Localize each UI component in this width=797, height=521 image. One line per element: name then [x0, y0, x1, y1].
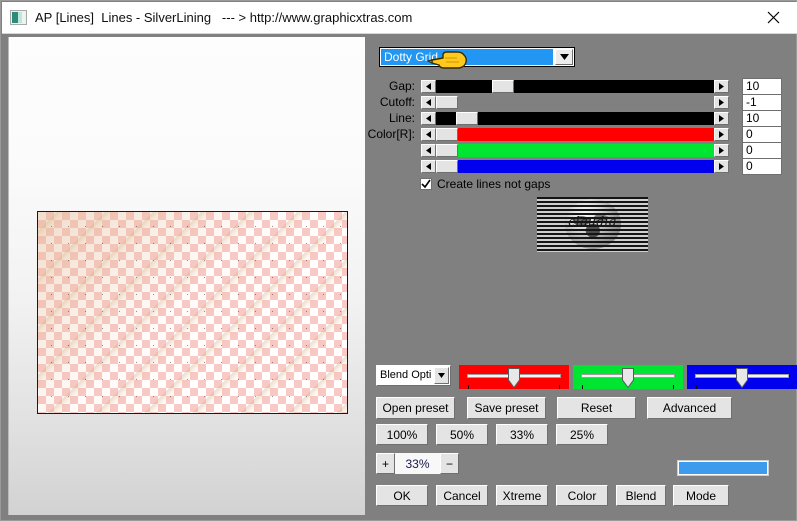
slider-color-blue[interactable] [420, 159, 730, 174]
button-blend[interactable]: Blend [616, 485, 666, 506]
red-trackbar[interactable] [459, 365, 569, 389]
slider-left-arrow-icon[interactable] [421, 160, 436, 173]
blue-trackbar[interactable] [687, 365, 797, 389]
slider-track-cutoff[interactable] [436, 96, 714, 109]
button-xtreme[interactable]: Xtreme [496, 485, 548, 506]
slider-right-arrow-icon[interactable] [714, 160, 729, 173]
value-field-color-red[interactable]: 0 [742, 126, 782, 143]
value-field-gap[interactable]: 10 [742, 78, 782, 95]
button-cancel[interactable]: Cancel [436, 485, 488, 506]
slider-color-green[interactable] [420, 143, 730, 158]
slider-label-color-red: Color[R]: [367, 127, 415, 141]
window-title: AP [Lines] Lines - SilverLining --- > ht… [35, 10, 413, 25]
effect-thumbnail[interactable]: claudia [537, 197, 648, 252]
zoom-decrease-button[interactable]: − [440, 453, 459, 474]
slider-left-arrow-icon[interactable] [421, 96, 436, 109]
chevron-down-icon[interactable] [555, 49, 573, 65]
plugin-dialog-window: AP [Lines] Lines - SilverLining --- > ht… [0, 0, 797, 521]
button-ok[interactable]: OK [376, 485, 428, 506]
zoom-button-50pct[interactable]: 50% [436, 424, 488, 445]
slider-label-cutoff: Cutoff: [379, 95, 415, 109]
title-bar: AP [Lines] Lines - SilverLining --- > ht… [2, 2, 797, 33]
slider-gap[interactable] [420, 79, 730, 94]
value-field-cutoff[interactable]: -1 [742, 94, 782, 111]
slider-right-arrow-icon[interactable] [714, 112, 729, 125]
zoom-level-value: 33% [395, 453, 440, 474]
slider-left-arrow-icon[interactable] [421, 144, 436, 157]
blend-options-value: Blend Opti [380, 369, 432, 381]
trackbar-thumb[interactable] [736, 368, 748, 388]
button-color[interactable]: Color [556, 485, 608, 506]
zoom-stepper[interactable]: + 33% − [376, 453, 459, 474]
chevron-down-icon[interactable] [434, 367, 449, 384]
progress-bar-fill [679, 462, 767, 474]
button-save-preset[interactable]: Save preset [467, 397, 546, 419]
dotty-grid-dots [38, 212, 347, 413]
zoom-increase-button[interactable]: + [376, 453, 395, 474]
slider-track-gap[interactable] [436, 80, 714, 93]
line-overlay-pattern [537, 197, 648, 252]
slider-thumb-cutoff[interactable] [436, 96, 458, 109]
slider-thumb-color-green[interactable] [436, 144, 458, 157]
trackbar-tick [673, 385, 674, 389]
zoom-button-25pct[interactable]: 25% [556, 424, 608, 445]
slider-thumb-line[interactable] [456, 112, 479, 125]
value-field-line[interactable]: 10 [742, 110, 782, 127]
slider-right-arrow-icon[interactable] [714, 128, 729, 141]
checkbox-label: Create lines not gaps [437, 177, 551, 191]
slider-row-line: Line: [389, 111, 730, 126]
slider-cutoff[interactable] [420, 95, 730, 110]
create-lines-not-gaps-checkbox[interactable]: Create lines not gaps [420, 176, 550, 192]
slider-label-gap: Gap: [388, 79, 415, 93]
button-advanced[interactable]: Advanced [647, 397, 732, 419]
slider-left-arrow-icon[interactable] [421, 112, 436, 125]
transparency-checkerboard-canvas[interactable] [37, 211, 348, 414]
progress-bar [677, 460, 769, 476]
slider-right-arrow-icon[interactable] [714, 144, 729, 157]
slider-label-line: Line: [388, 111, 415, 125]
slider-track-line[interactable] [436, 112, 714, 125]
slider-track-color-green[interactable] [436, 144, 714, 157]
slider-row-color-blue [420, 159, 730, 174]
slider-right-arrow-icon[interactable] [714, 80, 729, 93]
slider-row-color-red: Color[R]: [368, 127, 730, 142]
slider-row-gap: Gap: [389, 79, 730, 94]
slider-left-arrow-icon[interactable] [421, 128, 436, 141]
zoom-button-33pct[interactable]: 33% [496, 424, 548, 445]
button-open-preset[interactable]: Open preset [376, 397, 455, 419]
image-icon [10, 10, 27, 25]
checkmark-icon[interactable] [420, 178, 432, 190]
trackbar-tick [468, 385, 469, 389]
effect-preset-value: Dotty Grid [381, 49, 553, 65]
preview-pane [8, 37, 365, 515]
green-trackbar[interactable] [573, 365, 683, 389]
trackbar-tick [696, 385, 697, 389]
zoom-button-100pct[interactable]: 100% [376, 424, 428, 445]
slider-thumb-color-red[interactable] [436, 128, 458, 141]
slider-right-arrow-icon[interactable] [714, 96, 729, 109]
slider-row-cutoff: Cutoff: [380, 95, 730, 110]
trackbar-tick [559, 385, 560, 389]
trackbar-tick [787, 385, 788, 389]
slider-left-arrow-icon[interactable] [421, 80, 436, 93]
trackbar-thumb[interactable] [508, 368, 520, 388]
slider-thumb-gap[interactable] [492, 80, 515, 93]
slider-track-color-red[interactable] [436, 128, 714, 141]
trackbar-thumb[interactable] [622, 368, 634, 388]
slider-color-red[interactable] [420, 127, 730, 142]
close-icon[interactable] [751, 3, 795, 32]
value-field-color-blue[interactable]: 0 [742, 158, 782, 175]
effect-preset-combobox[interactable]: Dotty Grid [379, 47, 575, 69]
slider-row-color-green [420, 143, 730, 158]
button-reset[interactable]: Reset [557, 397, 636, 419]
title-divider [2, 33, 797, 34]
slider-track-color-blue[interactable] [436, 160, 714, 173]
blend-options-combobox[interactable]: Blend Opti [376, 365, 451, 386]
trackbar-tick [582, 385, 583, 389]
slider-line[interactable] [420, 111, 730, 126]
value-field-color-green[interactable]: 0 [742, 142, 782, 159]
button-mode[interactable]: Mode [673, 485, 729, 506]
slider-thumb-color-blue[interactable] [436, 160, 458, 173]
